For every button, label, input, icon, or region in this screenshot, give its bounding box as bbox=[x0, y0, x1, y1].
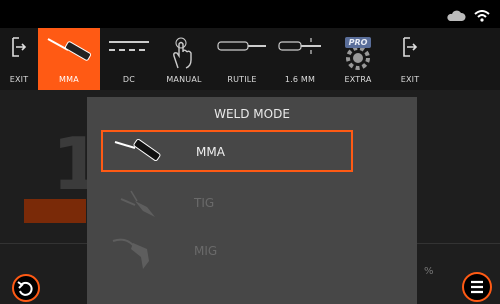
mode-option-mma[interactable]: MMA bbox=[101, 130, 353, 172]
dc-label: DC bbox=[122, 75, 136, 84]
rutile-electrode-icon bbox=[217, 41, 266, 51]
exit-button-right[interactable]: EXIT bbox=[390, 28, 430, 90]
exit-label: EXIT bbox=[9, 75, 29, 84]
electrode-holder-icon bbox=[47, 38, 92, 61]
wifi-icon bbox=[474, 7, 490, 26]
dc-button[interactable]: DC bbox=[100, 28, 158, 90]
mode-label: MMA bbox=[196, 145, 225, 159]
mig-gun-icon bbox=[112, 238, 149, 269]
manual-button[interactable]: MANUAL bbox=[158, 28, 210, 90]
reset-button[interactable] bbox=[12, 274, 40, 302]
extra-label: EXTRA bbox=[344, 75, 372, 84]
cloud-icon bbox=[446, 7, 466, 26]
electrode-holder-icon bbox=[114, 138, 161, 162]
rutile-button[interactable]: RUTILE bbox=[210, 28, 274, 90]
dialog-title: WELD MODE bbox=[214, 107, 290, 121]
status-bar bbox=[0, 0, 500, 28]
mode-label: TIG bbox=[194, 196, 215, 210]
reset-icon bbox=[17, 281, 33, 296]
background-bar bbox=[24, 199, 86, 223]
mma-mode-button[interactable]: MMA bbox=[38, 28, 100, 90]
mode-option-mig[interactable]: MIG bbox=[101, 231, 353, 273]
exit-icon bbox=[403, 37, 418, 57]
size-label: 1.6 MM bbox=[284, 75, 316, 84]
mode-label: MIG bbox=[194, 244, 218, 258]
toolbar: EXIT MMA DC MANUAL RUTILE 1.6 MM EXTRA P… bbox=[0, 28, 500, 90]
pro-badge: PRO bbox=[348, 38, 368, 47]
extra-button[interactable]: EXTRA PRO bbox=[326, 28, 390, 90]
status-icons bbox=[446, 7, 490, 26]
electrode-size-button[interactable]: 1.6 MM bbox=[274, 28, 326, 90]
electrode-diameter-icon bbox=[278, 38, 321, 54]
background-percent: % bbox=[424, 266, 434, 277]
weld-mode-dialog: WELD MODE MMA TIG MIG bbox=[87, 97, 417, 304]
exit-button-left[interactable]: EXIT bbox=[0, 28, 38, 90]
tig-torch-icon bbox=[120, 190, 155, 217]
mode-option-tig[interactable]: TIG bbox=[101, 183, 353, 225]
weld-screen: EXIT MMA DC MANUAL RUTILE 1.6 MM EXTRA P… bbox=[0, 0, 500, 304]
exit-label: EXIT bbox=[400, 75, 420, 84]
menu-icon bbox=[471, 280, 483, 294]
rutile-label: RUTILE bbox=[227, 75, 257, 84]
manual-label: MANUAL bbox=[166, 75, 202, 84]
mma-label: MMA bbox=[59, 75, 79, 84]
hand-touch-icon bbox=[173, 37, 192, 69]
exit-icon bbox=[12, 37, 27, 57]
dc-current-icon bbox=[109, 41, 149, 51]
menu-button[interactable] bbox=[462, 272, 492, 302]
